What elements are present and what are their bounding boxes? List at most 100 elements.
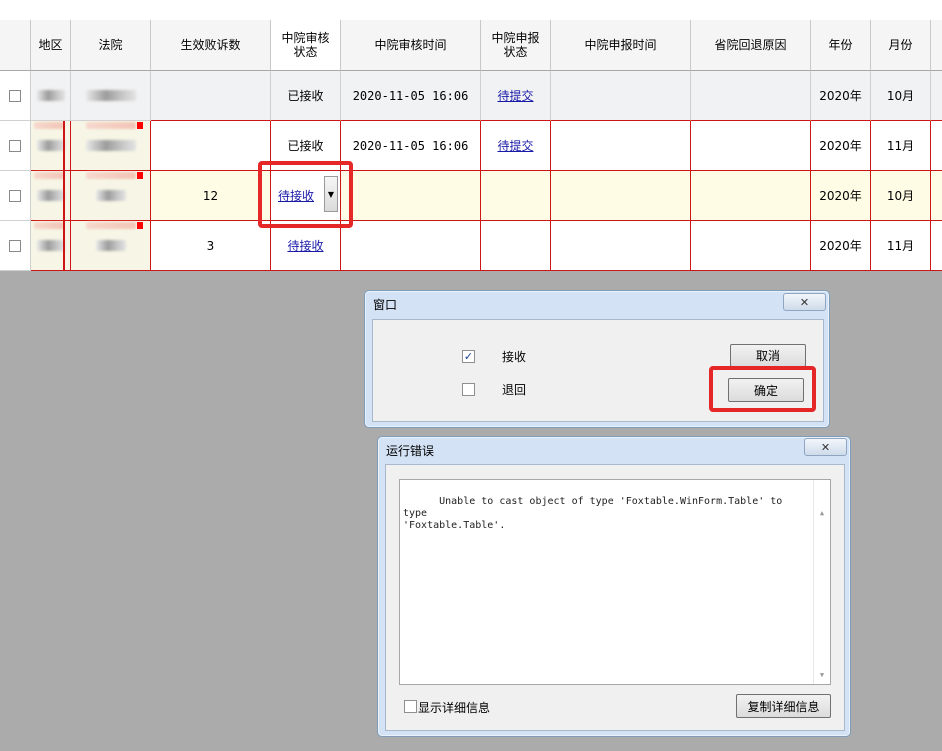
report-status-cell[interactable]: 待提交 (481, 121, 551, 171)
blurred-mark (86, 122, 136, 129)
accept-checkbox[interactable]: ✓ (462, 350, 475, 363)
error-message: Unable to cast object of type 'Foxtable.… (403, 496, 783, 531)
header-report-status[interactable]: 中院申报 状态 (481, 20, 551, 71)
header-court[interactable]: 法院 (71, 20, 151, 71)
blurred-court (85, 140, 136, 151)
blurred-region (36, 190, 65, 201)
return-label: 退回 (502, 383, 527, 397)
extra-cell (931, 171, 942, 221)
dialog-body: Unable to cast object of type 'Foxtable.… (385, 464, 845, 731)
modified-flag-icon (137, 222, 143, 229)
blurred-court (95, 240, 126, 251)
header-month[interactable]: 月份 (871, 20, 931, 71)
extra-cell (931, 221, 942, 271)
accept-label: 接收 (502, 350, 527, 364)
row-checkbox[interactable] (9, 89, 21, 102)
report-status-cell[interactable] (481, 171, 551, 221)
header-select-column (0, 20, 31, 71)
row-select-cell (0, 121, 31, 171)
extra-cell (931, 71, 942, 121)
header-review-time[interactable]: 中院审核时间 (341, 20, 481, 71)
year-cell[interactable]: 2020年 (811, 71, 871, 121)
review-time-cell[interactable]: 2020-11-05 16:06 (341, 121, 481, 171)
report-status-cell[interactable] (481, 221, 551, 271)
blurred-court (85, 90, 136, 101)
blurred-mark (34, 122, 64, 129)
review-time-cell[interactable] (341, 221, 481, 271)
report-time-cell[interactable] (551, 221, 691, 271)
return-reason-cell[interactable] (691, 71, 811, 121)
header-report-time[interactable]: 中院申报时间 (551, 20, 691, 71)
review-status-cell[interactable]: 待接收 (271, 221, 341, 271)
return-checkbox[interactable] (462, 383, 475, 396)
dialog-title: 运行错误 (386, 444, 435, 458)
header-review-status[interactable]: 中院审核 状态 (271, 20, 341, 71)
cancel-button[interactable]: 取消 (730, 344, 806, 367)
blurred-mark (86, 172, 136, 179)
court-cell[interactable] (71, 71, 151, 121)
blurred-court (95, 190, 126, 201)
highlight-annotation (258, 161, 353, 228)
blurred-mark (34, 172, 64, 179)
header-year[interactable]: 年份 (811, 20, 871, 71)
data-grid: 地区 法院 生效败诉数 中院审核 状态 中院审核时间 中院申报 状态 中院申报时… (0, 0, 942, 271)
dialog-title: 窗口 (373, 298, 398, 312)
count-cell[interactable] (151, 71, 271, 121)
grid-top-strip (0, 0, 942, 21)
row-select-cell (0, 221, 31, 271)
region-cell[interactable] (31, 71, 71, 121)
row-checkbox[interactable] (9, 239, 21, 252)
count-cell[interactable] (151, 121, 271, 171)
return-reason-cell[interactable] (691, 121, 811, 171)
review-time-cell[interactable]: 2020-11-05 16:06 (341, 71, 481, 121)
blurred-mark (34, 222, 64, 229)
report-time-cell[interactable] (551, 171, 691, 221)
month-cell[interactable]: 11月 (871, 221, 931, 271)
count-cell[interactable]: 12 (151, 171, 271, 221)
highlight-annotation (709, 366, 816, 412)
blurred-region (36, 140, 65, 151)
modified-flag-icon (137, 122, 143, 129)
report-time-cell[interactable] (551, 71, 691, 121)
extra-cell (931, 121, 942, 171)
header-region[interactable]: 地区 (31, 20, 71, 71)
row-checkbox[interactable] (9, 189, 21, 202)
row-select-cell (0, 171, 31, 221)
header-effective-loss-count[interactable]: 生效败诉数 (151, 20, 271, 71)
show-details-checkbox[interactable] (404, 700, 417, 713)
review-status-link[interactable]: 待接收 (287, 237, 323, 254)
row-select-cell (0, 71, 31, 121)
edit-marker-line (63, 121, 65, 271)
modified-flag-icon (137, 172, 143, 179)
header-return-reason[interactable]: 省院回退原因 (691, 20, 811, 71)
show-details-label: 显示详细信息 (418, 701, 491, 715)
vertical-scrollbar[interactable]: ▲ ▼ (813, 480, 830, 684)
month-cell[interactable]: 10月 (871, 171, 931, 221)
row-checkbox[interactable] (9, 139, 21, 152)
return-reason-cell[interactable] (691, 171, 811, 221)
error-message-box[interactable]: Unable to cast object of type 'Foxtable.… (399, 479, 831, 685)
close-icon[interactable]: ✕ (783, 293, 826, 311)
blurred-region (36, 240, 65, 251)
year-cell[interactable]: 2020年 (811, 121, 871, 171)
return-reason-cell[interactable] (691, 221, 811, 271)
blurred-mark (86, 222, 136, 229)
report-time-cell[interactable] (551, 121, 691, 171)
report-status-link[interactable]: 待提交 (497, 137, 533, 154)
report-status-link[interactable]: 待提交 (497, 87, 533, 104)
year-cell[interactable]: 2020年 (811, 221, 871, 271)
scroll-up-icon[interactable]: ▲ (814, 507, 830, 519)
count-cell[interactable]: 3 (151, 221, 271, 271)
review-status-cell[interactable]: 已接收 (271, 71, 341, 121)
review-time-cell[interactable] (341, 171, 481, 221)
copy-details-button[interactable]: 复制详细信息 (736, 694, 831, 718)
month-cell[interactable]: 11月 (871, 121, 931, 171)
year-cell[interactable]: 2020年 (811, 171, 871, 221)
month-cell[interactable]: 10月 (871, 71, 931, 121)
error-dialog: 运行错误 ✕ Unable to cast object of type 'Fo… (377, 436, 851, 737)
header-extra (931, 20, 942, 71)
blurred-region (36, 90, 65, 101)
close-icon[interactable]: ✕ (804, 438, 847, 456)
scroll-down-icon[interactable]: ▼ (814, 669, 830, 681)
report-status-cell[interactable]: 待提交 (481, 71, 551, 121)
